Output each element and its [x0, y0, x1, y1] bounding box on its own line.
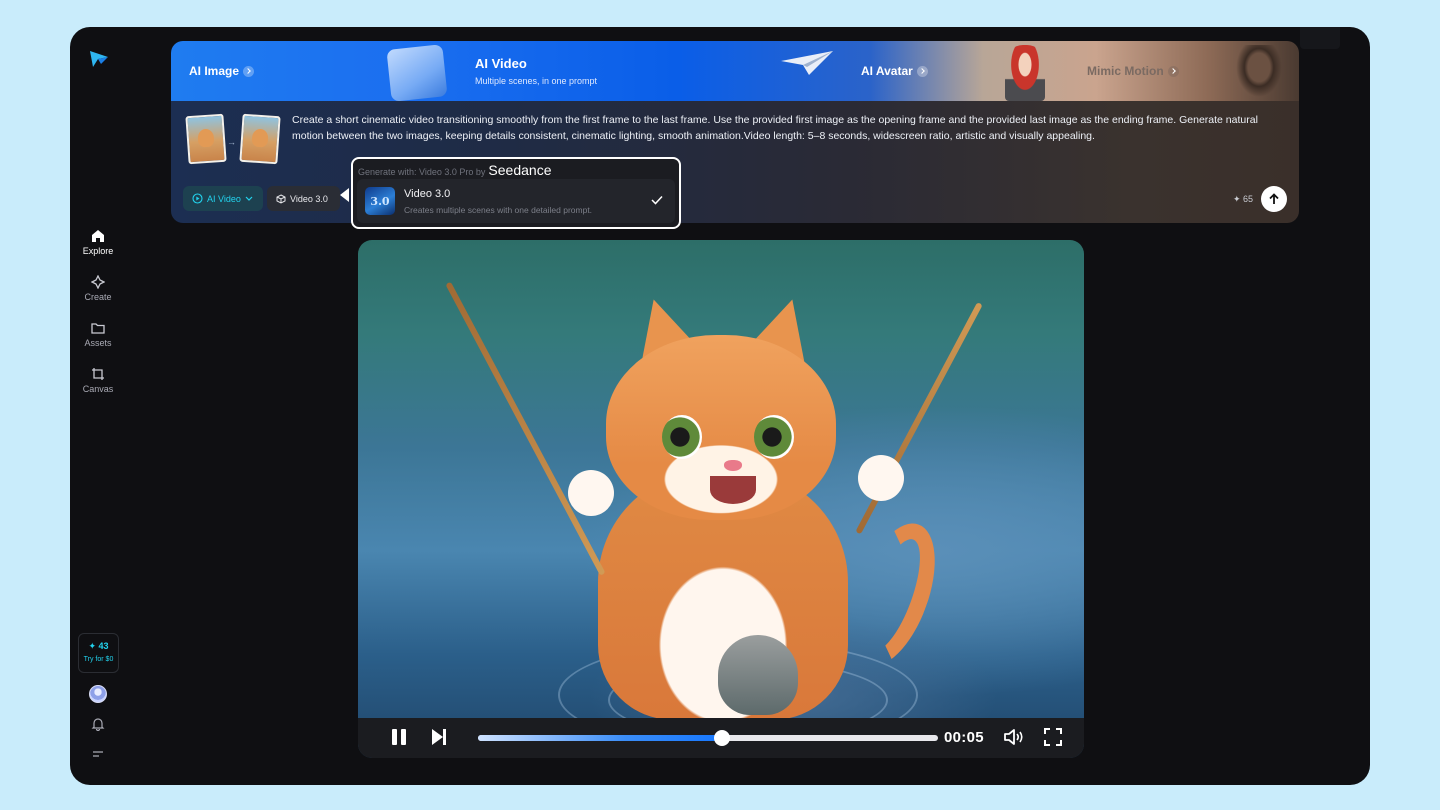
sparkle-icon	[91, 275, 105, 289]
time-display: 00:05	[944, 729, 984, 746]
avatar[interactable]	[89, 685, 107, 703]
arrow-up-icon	[1269, 193, 1279, 204]
cat-paw	[858, 455, 904, 501]
menu-icon[interactable]	[92, 749, 104, 759]
model-select[interactable]: Video 3.0	[267, 186, 340, 211]
tab-ai-avatar[interactable]: AI Avatar	[861, 41, 928, 101]
brand-name: Seedance	[488, 162, 552, 178]
volume-icon	[1004, 729, 1023, 745]
tab-mimic-motion[interactable]: Mimic Motion	[1087, 41, 1179, 101]
sidebar-item-assets[interactable]: Assets	[70, 321, 126, 348]
option-title: Video 3.0	[404, 188, 451, 200]
progress-knob[interactable]	[713, 730, 730, 746]
first-frame-thumbnail[interactable]	[185, 113, 227, 165]
player-controls: 00:05	[358, 718, 1084, 758]
tab-label: AI Image	[189, 64, 240, 78]
option-description: Creates multiple scenes with one detaile…	[404, 205, 593, 215]
feature-banner: AI Image AI Video Multiple scenes, in on…	[171, 41, 1299, 101]
progress-bar[interactable]	[478, 730, 938, 746]
mode-select[interactable]: AI Video	[183, 186, 263, 211]
try-label: Try for $0	[83, 656, 114, 663]
pause-icon	[392, 729, 406, 745]
generate-button[interactable]	[1261, 186, 1287, 212]
prompt-panel: → Create a short cinematic video transit…	[171, 101, 1299, 223]
tab-ai-image[interactable]: AI Image	[189, 41, 255, 101]
cat-paw	[568, 470, 614, 516]
ai-video-icon	[192, 193, 203, 204]
fishing-rod	[445, 281, 606, 576]
last-frame-thumbnail[interactable]	[239, 113, 281, 165]
video-player[interactable]: 00:05	[358, 240, 1084, 758]
folder-icon	[91, 323, 105, 334]
bell-icon[interactable]	[91, 717, 105, 731]
credits-count: ✦ 43	[88, 641, 109, 651]
crop-icon	[92, 368, 104, 380]
chevron-down-icon	[245, 196, 253, 201]
chevron-right-icon	[916, 65, 928, 77]
fullscreen-icon	[1044, 728, 1062, 746]
cat-nose	[724, 460, 742, 471]
dropdown-header-text: Generate with: Video 3.0 Pro by	[358, 167, 486, 177]
video-3-icon: 3.0	[365, 187, 395, 215]
next-button[interactable]	[428, 726, 450, 748]
app-window: Explore Create Assets Canvas ✦ 43 Try fo…	[70, 27, 1370, 785]
chevron-right-icon	[1167, 65, 1179, 77]
fullscreen-button[interactable]	[1042, 726, 1064, 748]
tab-label: AI Avatar	[861, 64, 913, 78]
volume-button[interactable]	[1002, 726, 1026, 748]
tab-label: Mimic Motion	[1087, 64, 1164, 78]
fish	[718, 635, 798, 715]
tab-label: AI Video	[475, 56, 527, 71]
dropdown-header: Generate with: Video 3.0 Pro by Seedance	[358, 162, 551, 178]
sidebar-item-label: Assets	[84, 338, 112, 348]
app-logo-icon[interactable]	[89, 48, 109, 68]
model-dropdown: Generate with: Video 3.0 Pro by Seedance …	[351, 157, 681, 229]
sidebar-item-label: Explore	[82, 246, 114, 256]
dropdown-pointer	[340, 188, 349, 202]
credit-cost: ✦ 65	[1232, 194, 1253, 204]
sidebar: Explore Create Assets Canvas ✦ 43 Try fo…	[70, 27, 126, 785]
skip-next-icon	[432, 729, 446, 745]
sidebar-item-canvas[interactable]: Canvas	[70, 367, 126, 394]
pause-button[interactable]	[388, 726, 410, 748]
chevron-right-icon	[243, 65, 255, 77]
ai-video-artwork	[386, 44, 448, 101]
tab-subtitle: Multiple scenes, in one prompt	[475, 76, 598, 86]
check-icon	[651, 195, 663, 205]
cat-mouth	[710, 476, 756, 504]
model-label: Video 3.0	[290, 193, 328, 204]
ai-avatar-artwork	[1005, 45, 1045, 101]
arrow-right-icon: →	[227, 137, 236, 147]
model-option-video-3[interactable]: 3.0 Video 3.0 Creates multiple scenes wi…	[357, 179, 675, 223]
paper-plane-artwork	[781, 51, 833, 75]
prompt-input[interactable]: Create a short cinematic video transitio…	[292, 112, 1282, 144]
cat-eye	[662, 415, 702, 459]
sidebar-item-label: Create	[84, 292, 112, 302]
cube-icon	[276, 193, 286, 204]
home-icon	[92, 230, 104, 242]
sidebar-item-explore[interactable]: Explore	[70, 229, 126, 256]
cat-eye	[754, 415, 794, 459]
credits-button[interactable]: ✦ 43 Try for $0	[78, 633, 119, 673]
mode-label: AI Video	[207, 193, 241, 204]
progress-fill	[478, 735, 722, 741]
mimic-motion-artwork	[1233, 45, 1285, 101]
sidebar-item-label: Canvas	[82, 384, 114, 394]
tab-ai-video[interactable]: AI Video Multiple scenes, in one prompt	[475, 41, 597, 101]
sidebar-item-create[interactable]: Create	[70, 275, 126, 302]
top-right-control[interactable]	[1300, 27, 1340, 49]
